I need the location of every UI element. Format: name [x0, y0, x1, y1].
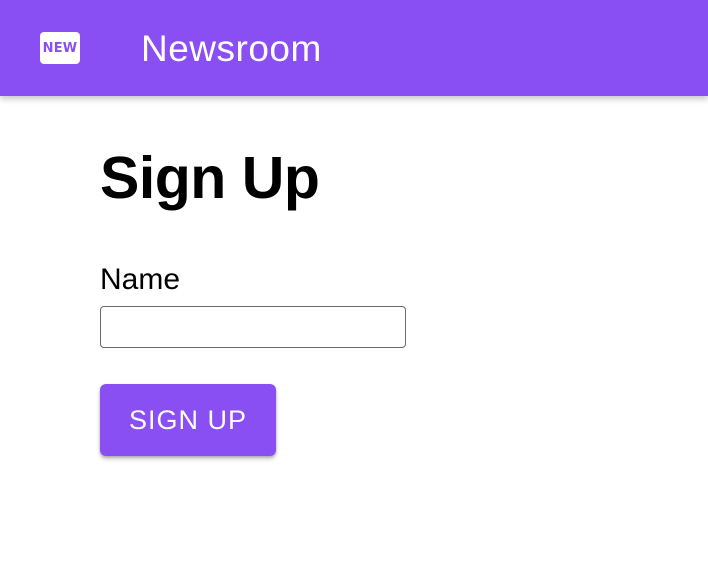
new-logo-icon[interactable]: NEW: [40, 32, 80, 64]
name-input[interactable]: [100, 306, 406, 348]
app-bar: NEW Newsroom: [0, 0, 708, 96]
sign-up-button[interactable]: SIGN UP: [100, 384, 276, 456]
logo-text: NEW: [42, 40, 78, 56]
name-label: Name: [100, 263, 181, 296]
page-title: Sign Up: [100, 145, 320, 211]
app-title: Newsroom: [141, 28, 322, 69]
